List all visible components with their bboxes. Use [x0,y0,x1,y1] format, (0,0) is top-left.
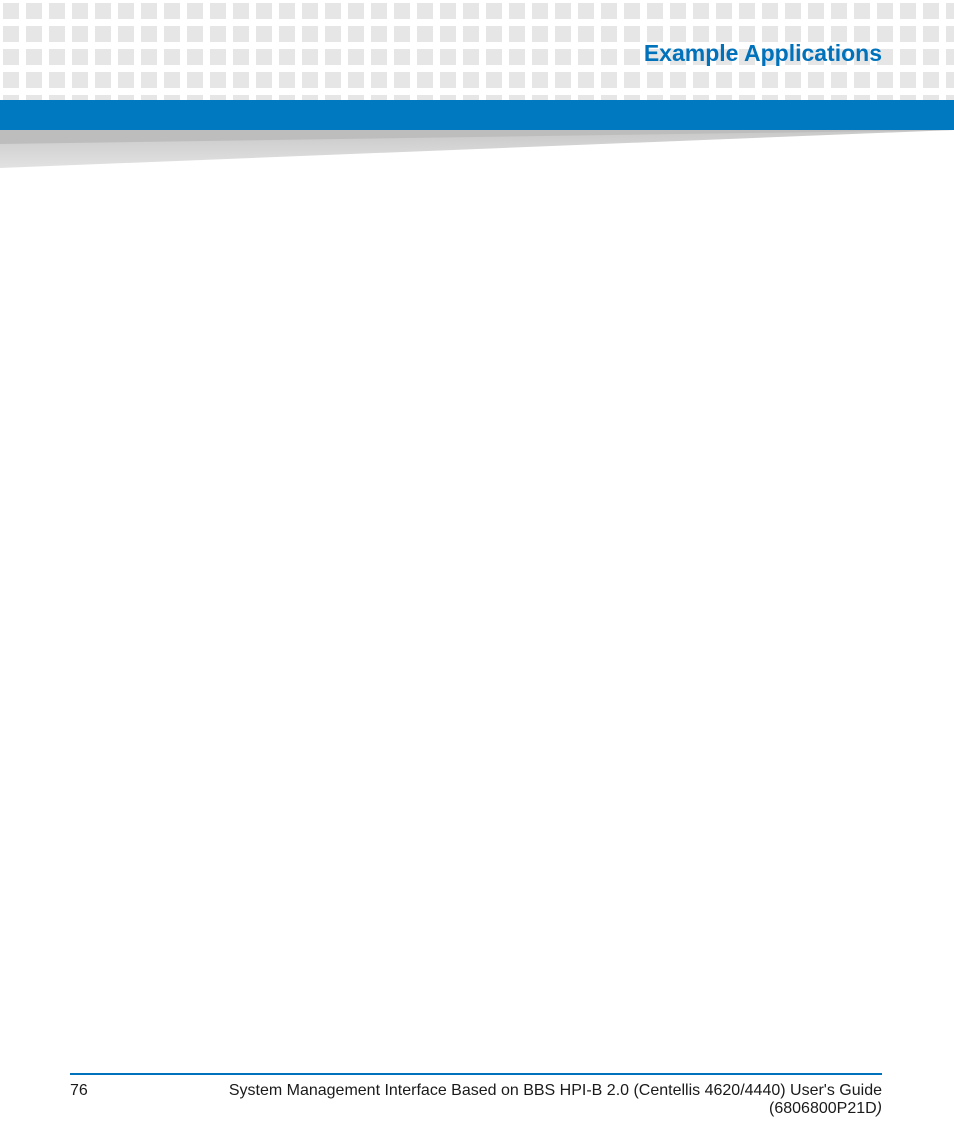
header-grey-wedge [0,130,954,172]
footer-text-trail: ) [877,1100,882,1117]
footer-text: System Management Interface Based on BBS… [128,1082,882,1118]
footer: 76 System Management Interface Based on … [70,1082,882,1118]
footer-rule [70,1073,882,1075]
page-number: 76 [70,1082,88,1100]
page-title: Example Applications [644,40,882,67]
footer-text-main: System Management Interface Based on BBS… [229,1082,882,1117]
header-blue-bar [0,100,954,130]
